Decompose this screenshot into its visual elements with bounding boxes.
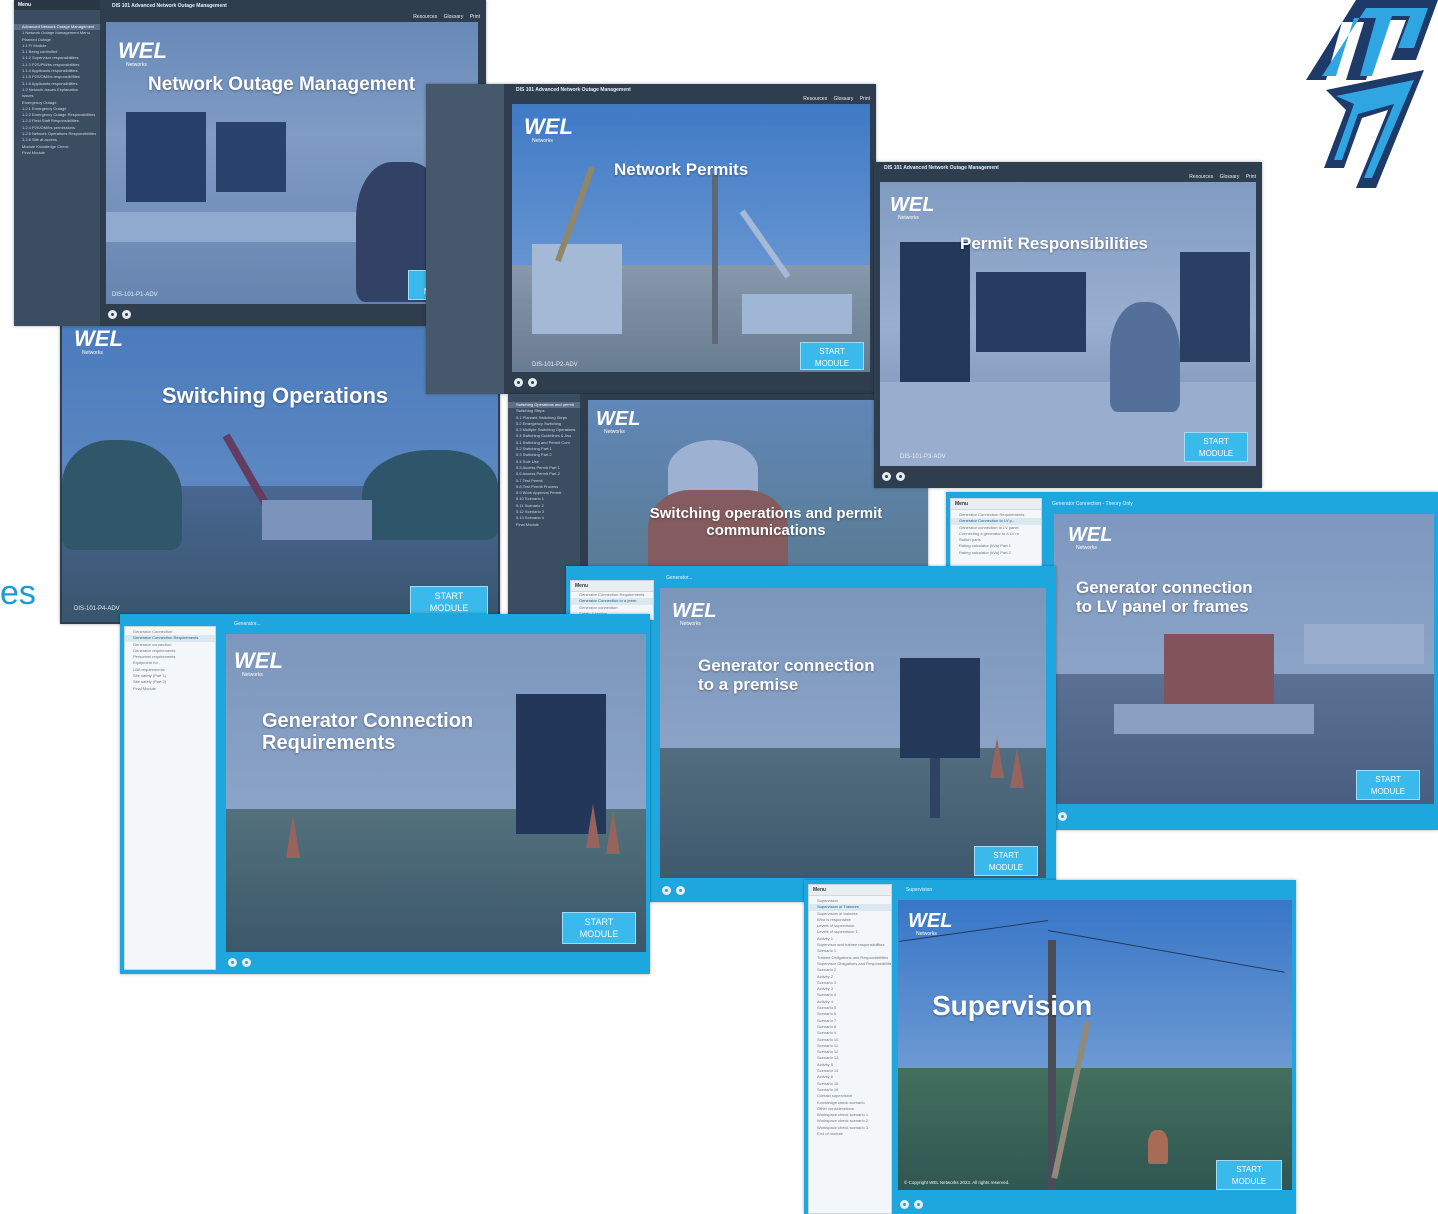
course-title: Generator...: [666, 575, 693, 581]
glossary-link[interactable]: Glossary: [1220, 174, 1240, 180]
course-title: DIS 101 Advanced Network Outage Manageme…: [112, 3, 227, 9]
version-label: DIS-101-P1-ADV: [112, 292, 158, 298]
start-module-button[interactable]: STARTMODULE: [562, 912, 636, 944]
menu-list: Advanced Network Outage Management 1 Netw…: [14, 10, 100, 156]
settings-button[interactable]: [1058, 812, 1067, 821]
menu-list: Supervision Supervision of Trainees Superv…: [809, 896, 891, 1137]
version-label: DIS-101-P4-ADV: [74, 606, 120, 612]
wel-brand-logo: [1306, 0, 1438, 188]
sidebar-menu: Menu Advanced Network Outage Management 1…: [14, 0, 100, 326]
start-module-button[interactable]: STARTMODULE: [974, 846, 1038, 876]
course-title: Generator...: [234, 621, 261, 627]
slide-title: Supervision: [932, 990, 1093, 1021]
slide-title: Generator Connection Requirements: [262, 710, 474, 755]
wel-logo: WEL Networks: [672, 600, 717, 627]
audio-button[interactable]: [228, 958, 237, 967]
course-title: DIS 101 Advanced Network Outage Manageme…: [884, 165, 999, 171]
menu-header: Menu: [14, 0, 100, 10]
slide-image: WEL Networks Permit Responsibilities STAR…: [880, 182, 1256, 466]
collage-slide: y es WELNetworks Switching Operations ST…: [0, 0, 1438, 1214]
top-nav: Resources Glossary Print: [408, 14, 480, 20]
menu-header: Menu: [809, 885, 891, 896]
audio-button[interactable]: [662, 886, 671, 895]
top-nav: Resources Glossary Print: [1184, 174, 1256, 180]
menu-item[interactable]: Rating calculator (kVa) Part 2: [951, 550, 1041, 556]
window-supervision: Supervision Menu Supervision Supervision …: [804, 880, 1296, 1214]
wel-logo: WEL Networks: [890, 194, 935, 221]
slide-image: WEL Networks Network Permits START MODULE …: [512, 104, 870, 372]
audio-button[interactable]: [108, 310, 117, 319]
course-title: Generator Connection - Theory Only: [1052, 501, 1133, 507]
wel-logo: WEL Networks: [74, 326, 123, 356]
edge-text-mid: es: [0, 574, 36, 612]
resources-link[interactable]: Resources: [803, 96, 827, 102]
menu-item[interactable]: Final Module: [14, 150, 100, 156]
glossary-link[interactable]: Glossary: [444, 14, 464, 20]
wel-logo: WEL Networks: [1068, 524, 1113, 551]
audio-button[interactable]: [882, 472, 891, 481]
version-label: DIS-101-P3-ADV: [900, 454, 946, 460]
window-network-permits: DIS 101 Advanced Network Outage Manageme…: [426, 84, 876, 394]
menu-item[interactable]: 5.4 Switching Guidelines & Ass: [508, 433, 580, 439]
menu-item[interactable]: Final Module: [125, 686, 215, 692]
top-nav: Resources Glossary Print: [798, 96, 870, 102]
menu-header: Menu: [951, 499, 1041, 510]
print-link[interactable]: Print: [470, 14, 480, 20]
slide-title: Generator connection to LV panel or fram…: [1076, 578, 1253, 617]
menu-item[interactable]: Final Module: [508, 522, 580, 528]
version-label: DIS-101-P2-ADV: [532, 362, 578, 368]
menu-list: Generator Connection Generator Connection…: [125, 627, 215, 692]
print-link[interactable]: Print: [860, 96, 870, 102]
start-module-button[interactable]: STARTMODULE: [800, 342, 864, 370]
menu-item[interactable]: End of module: [809, 1131, 891, 1137]
audio-button[interactable]: [900, 1200, 909, 1209]
wel-logo: WEL Networks: [524, 114, 573, 144]
wel-logo: WEL Networks: [596, 408, 641, 435]
slide-title: Network Permits: [614, 160, 749, 179]
slide-image: WEL Networks Supervision START MODULE © Co…: [898, 900, 1292, 1190]
print-link[interactable]: Print: [1246, 174, 1256, 180]
settings-button[interactable]: [242, 958, 251, 967]
menu-list: Generator Connection Requirements Generat…: [951, 510, 1041, 556]
wel-logo: WEL Networks: [118, 38, 167, 68]
sidebar-menu: Menu Supervision Supervision of Trainees S…: [808, 884, 892, 1214]
slide-title: Generator connection to a premise: [698, 656, 875, 695]
slide-image: WEL Networks Generator connection to a pr…: [660, 588, 1046, 878]
audio-button[interactable]: [514, 378, 523, 387]
slide-title: Permit Responsibilities: [960, 234, 1148, 253]
window-generator-requirements: Generator... Generator Connection Generat…: [120, 614, 650, 974]
sidebar-menu: [426, 84, 504, 394]
resources-link[interactable]: Resources: [413, 14, 437, 20]
settings-button[interactable]: [896, 472, 905, 481]
sidebar-menu: Generator Connection Generator Connection…: [124, 626, 216, 970]
menu-header: Menu: [571, 581, 653, 592]
start-module-button[interactable]: STARTMODULE: [1216, 1160, 1282, 1190]
settings-button[interactable]: [676, 886, 685, 895]
menu-list: Switching Operations and permit Switching…: [508, 394, 580, 528]
start-module-button[interactable]: STARTMODULE: [1184, 432, 1248, 462]
start-module-button[interactable]: STARTMODULE: [1356, 770, 1420, 800]
slide-title: Switching Operations: [162, 383, 389, 408]
slide-image: WEL Networks Generator connection to LV p…: [1054, 514, 1434, 804]
slide-image: WELNetworks Network Outage Management ST…: [106, 22, 478, 304]
settings-button[interactable]: [528, 378, 537, 387]
course-title: Supervision: [906, 887, 933, 893]
slide-title: Switching operations and permit communic…: [649, 505, 883, 539]
glossary-link[interactable]: Glossary: [834, 96, 854, 102]
window-permit-responsibilities: DIS 101 Advanced Network Outage Manageme…: [874, 162, 1262, 488]
slide-title: Network Outage Management: [148, 74, 416, 95]
settings-button[interactable]: [914, 1200, 923, 1209]
copyright-text: © Copyright WEL Networks 2023. All right…: [904, 1180, 1010, 1185]
resources-link[interactable]: Resources: [1189, 174, 1213, 180]
wel-logo: WEL Networks: [908, 910, 953, 937]
window-network-outage-management: DIS 101 Advanced Network Outage Manageme…: [14, 0, 486, 326]
menu-item[interactable]: 1 Network Outage Management Menu: [14, 30, 100, 36]
course-title: DIS 101 Advanced Network Outage Manageme…: [516, 87, 631, 93]
settings-button[interactable]: [122, 310, 131, 319]
slide-image: WEL Networks Generator Connection Require…: [226, 634, 646, 952]
wel-logo: WEL Networks: [234, 648, 283, 678]
